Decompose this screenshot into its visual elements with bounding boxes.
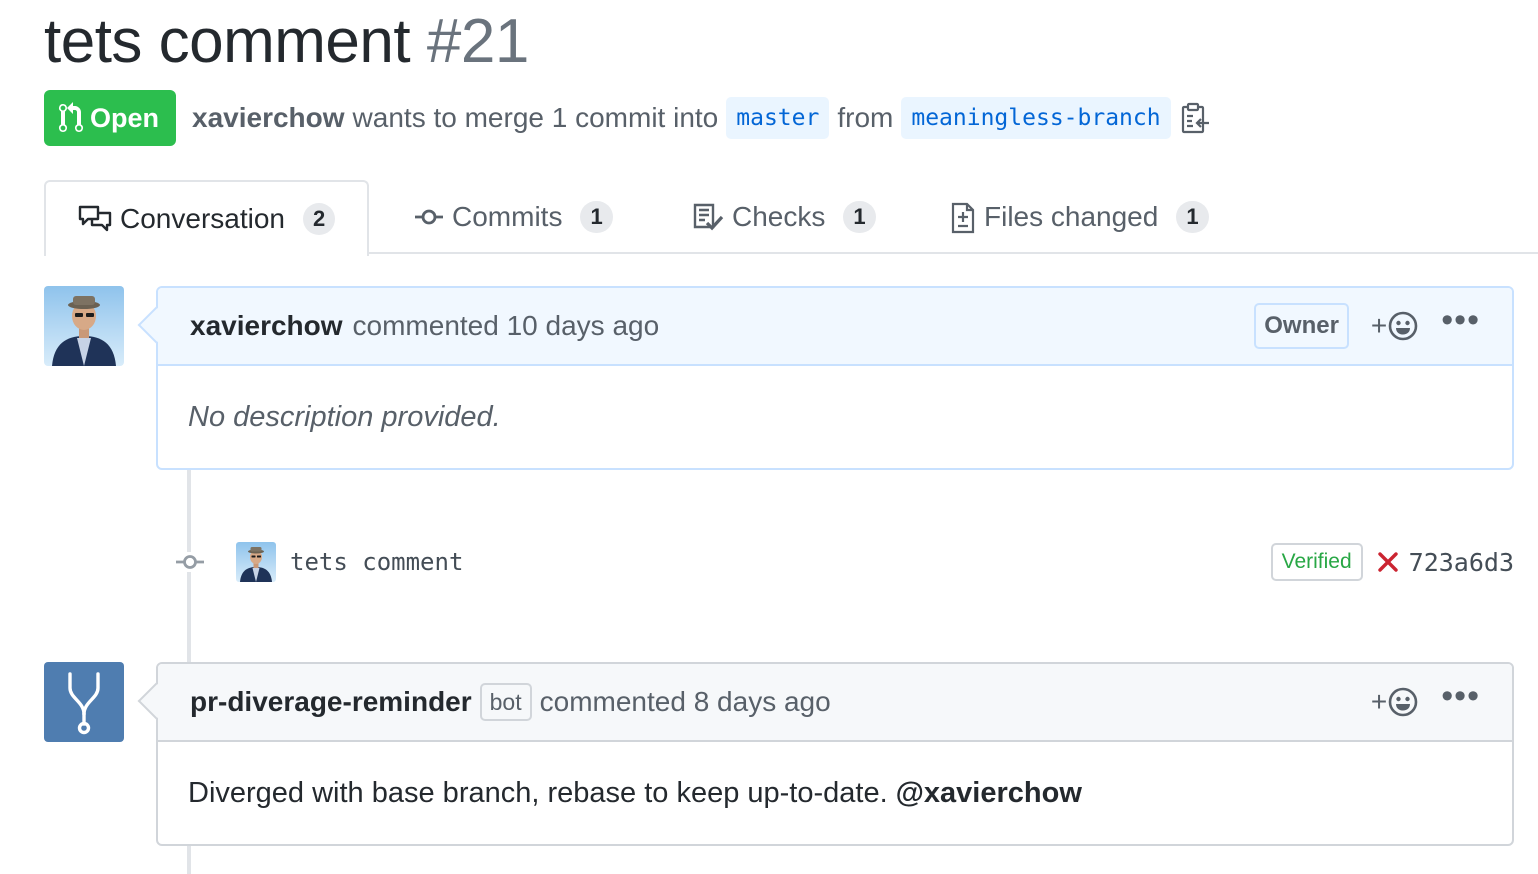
checklist-icon [693, 203, 724, 231]
commit-author-avatar[interactable] [236, 542, 276, 582]
tab-commits-label: Commits [452, 201, 563, 232]
comment-timestamp[interactable]: commented 10 days ago [353, 310, 660, 342]
base-branch[interactable]: master [726, 97, 830, 139]
kebab-horizontal-icon[interactable]: ••• [1441, 303, 1480, 337]
pr-state-row: Open xavierchow wants to merge 1 commit … [44, 90, 1211, 146]
user-mention-link[interactable]: @xavierchow [896, 777, 1082, 810]
comment-text: Diverged with base branch, rebase to kee… [188, 776, 888, 809]
add-reaction-button[interactable]: + [1371, 686, 1419, 718]
owner-label: Owner [1254, 303, 1349, 349]
comment-pr-diverage-reminder: pr-diverage-reminder bot commented 8 day… [137, 662, 1514, 846]
clippy-icon[interactable] [1181, 102, 1211, 134]
smiley-icon [1388, 311, 1418, 341]
git-commit-icon [415, 209, 443, 225]
state-label: Open [90, 102, 160, 133]
tab-conversation-label: Conversation [120, 203, 285, 234]
commit-message-link[interactable]: tets comment [290, 548, 463, 576]
pr-tabs: Conversation 2 Commits 1 Checks 1 Files … [44, 180, 1538, 256]
comment-header: pr-diverage-reminder bot commented 8 day… [158, 664, 1512, 742]
from-text: from [837, 102, 894, 133]
head-branch[interactable]: meaningless-branch [901, 97, 1171, 139]
git-branch-icon [68, 672, 100, 735]
git-commit-icon [174, 552, 206, 572]
tab-checks[interactable]: Checks 1 [692, 180, 876, 254]
add-reaction-button[interactable]: + [1371, 310, 1419, 342]
tab-files-label: Files changed [984, 201, 1159, 232]
pr-author-link[interactable]: xavierchow [192, 102, 345, 134]
pr-title: tets comment [44, 7, 411, 76]
comment-xavierchow: xavierchow commented 10 days ago Owner +… [137, 286, 1514, 470]
bot-avatar[interactable] [44, 662, 124, 742]
comment-author[interactable]: pr-diverage-reminder [190, 686, 472, 718]
tab-checks-count: 1 [843, 201, 876, 233]
tab-conversation-count: 2 [302, 203, 336, 235]
comment-body: No description provided. [158, 366, 1512, 468]
comment-discussion-icon [78, 205, 112, 232]
merge-text: wants to merge 1 commit into [352, 102, 719, 133]
tab-checks-label: Checks [732, 201, 826, 232]
pr-number: #21 [426, 7, 529, 76]
comment-body: Diverged with base branch, rebase to kee… [158, 742, 1512, 844]
timeline-commit: tets comment Verified 723a6d3 [174, 540, 1514, 584]
git-pull-request-icon [59, 102, 83, 133]
merge-summary: xavierchow wants to merge 1 commit into … [192, 97, 1211, 139]
tab-files-changed[interactable]: Files changed 1 [950, 180, 1209, 254]
comment-actions: + ••• [1371, 679, 1480, 718]
tab-commits-count: 1 [580, 201, 613, 233]
smiley-icon [1388, 687, 1418, 717]
comment-text: No description provided. [188, 400, 501, 433]
page-title: tets comment #21 [44, 6, 529, 78]
commit-meta: Verified 723a6d3 [1270, 543, 1514, 581]
verified-badge[interactable]: Verified [1270, 543, 1363, 581]
comment-header: xavierchow commented 10 days ago Owner +… [158, 288, 1512, 366]
avatar[interactable] [44, 286, 124, 366]
commit-sha-link[interactable]: 723a6d3 [1409, 548, 1514, 577]
plus-text: + [1370, 686, 1388, 717]
diff-icon [951, 202, 975, 234]
comment-timestamp[interactable]: commented 8 days ago [540, 686, 831, 718]
tab-conversation[interactable]: Conversation 2 [44, 180, 370, 256]
comment-actions: Owner + ••• [1254, 303, 1480, 349]
bot-label: bot [479, 683, 532, 721]
plus-text: + [1370, 310, 1388, 341]
comment-author[interactable]: xavierchow [190, 310, 343, 342]
kebab-horizontal-icon[interactable]: ••• [1441, 679, 1480, 713]
x-icon[interactable] [1377, 551, 1399, 573]
state-badge: Open [44, 90, 177, 146]
tab-files-count: 1 [1176, 201, 1209, 233]
tab-commits[interactable]: Commits 1 [414, 180, 613, 254]
